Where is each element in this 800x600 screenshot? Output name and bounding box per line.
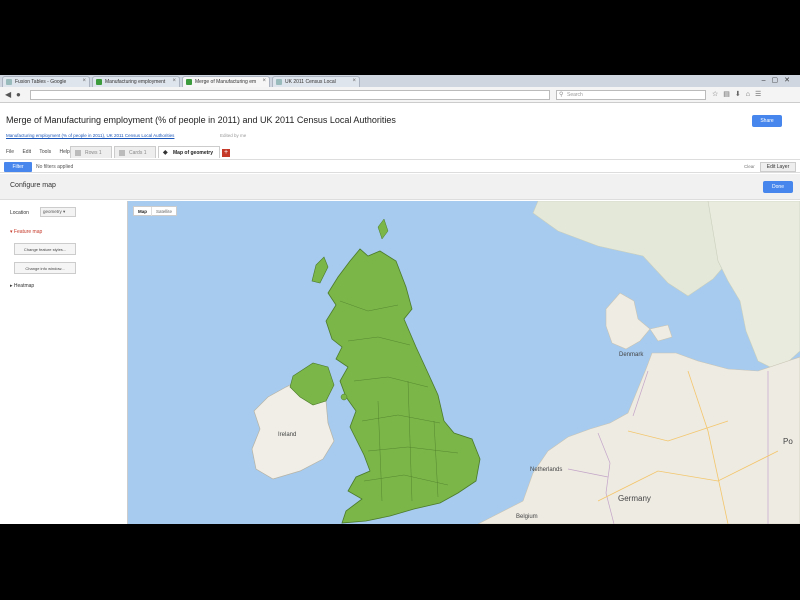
tab-label: Cards 1: [129, 150, 147, 156]
menu-tools[interactable]: Tools: [39, 149, 51, 155]
change-feature-styles-button[interactable]: Change feature styles...: [14, 243, 76, 255]
label-belgium: Belgium: [516, 514, 538, 520]
menu-edit[interactable]: Edit: [22, 149, 31, 155]
section-label: Heatmap: [13, 283, 35, 289]
search-icon: ⚲: [559, 92, 564, 98]
map-canvas[interactable]: Map Satellite Ireland Denmark Netherlands…: [128, 201, 800, 524]
filter-button[interactable]: Filter: [4, 162, 32, 172]
browser-tab[interactable]: Fusion Tables - Google ×: [2, 76, 90, 87]
document-title: Merge of Manufacturing employment (% of …: [6, 115, 396, 125]
label-poland: Po: [783, 437, 793, 446]
browser-toolbar: ◀ ● ⚲ Search ☆▤⬇⌂☰: [0, 87, 800, 103]
configure-title: Configure map: [10, 182, 56, 189]
close-icon[interactable]: ×: [262, 78, 266, 84]
close-icon[interactable]: ×: [82, 78, 86, 84]
search-box[interactable]: ⚲ Search: [556, 90, 706, 100]
back-icon[interactable]: ◀: [5, 90, 11, 99]
map-type-map[interactable]: Map: [134, 207, 151, 216]
toolbar-icons[interactable]: ☆▤⬇⌂☰: [712, 90, 766, 98]
search-placeholder: Search: [567, 92, 583, 98]
tab-label: Map of geometry: [173, 150, 214, 156]
address-bar[interactable]: [30, 90, 550, 100]
tab-label: Merge of Manufacturing em: [195, 79, 257, 85]
filter-bar: Filter No filters applied Clear Edit Lay…: [0, 159, 800, 173]
label-netherlands: Netherlands: [530, 467, 563, 473]
label-germany: Germany: [618, 494, 651, 503]
browser-window: Fusion Tables - Google × Manufacturing e…: [0, 75, 800, 524]
tab-map[interactable]: ◆ Map of geometry: [158, 146, 220, 158]
section-label: Feature map: [13, 229, 43, 235]
edit-status: Edited by me: [220, 133, 247, 138]
edit-layer-button[interactable]: Edit Layer: [760, 162, 796, 172]
source-tables-link[interactable]: Manufacturing employment (% of people in…: [6, 133, 174, 138]
lock-icon: ●: [16, 90, 21, 99]
location-select[interactable]: geometry ▾: [40, 207, 76, 217]
configure-bar: Configure map Done: [0, 174, 800, 200]
map-pin-icon: ◆: [163, 150, 168, 156]
close-icon[interactable]: ×: [352, 78, 356, 84]
section-heatmap[interactable]: ▸ Heatmap: [10, 283, 34, 289]
location-value: geometry: [43, 209, 62, 214]
tab-label: Fusion Tables - Google: [15, 79, 67, 85]
map-graphic: [251, 201, 800, 524]
page-icon: [276, 79, 282, 85]
map-type-satellite[interactable]: Satellite: [151, 207, 176, 216]
table-icon: [75, 150, 81, 156]
close-icon[interactable]: ×: [172, 78, 176, 84]
tab-cards[interactable]: Cards 1: [114, 146, 156, 158]
tab-rows[interactable]: Rows 1: [70, 146, 112, 158]
card-icon: [119, 150, 125, 156]
window-controls[interactable]: –▢✕: [762, 76, 796, 84]
menu-file[interactable]: File: [6, 149, 14, 155]
browser-tab-active[interactable]: Merge of Manufacturing em ×: [182, 76, 270, 87]
filter-status: No filters applied: [36, 164, 74, 170]
fusion-table-icon: [186, 79, 192, 85]
share-button[interactable]: Share: [752, 115, 782, 127]
add-tab-button[interactable]: +: [222, 149, 230, 157]
browser-tabstrip: Fusion Tables - Google × Manufacturing e…: [0, 75, 800, 87]
clear-link[interactable]: Clear: [744, 164, 755, 169]
fusion-table-icon: [96, 79, 102, 85]
chevron-down-icon: ▾: [63, 209, 66, 214]
page-icon: [6, 79, 12, 85]
tab-label: UK 2011 Census Local: [285, 79, 336, 85]
browser-tab[interactable]: Manufacturing employment ×: [92, 76, 180, 87]
map-type-toggle[interactable]: Map Satellite: [133, 206, 178, 216]
label-denmark: Denmark: [619, 352, 644, 358]
map-config-panel: Location geometry ▾ ▾ Feature map Change…: [0, 201, 128, 524]
done-button[interactable]: Done: [763, 181, 793, 193]
label-ireland: Ireland: [278, 432, 297, 438]
browser-tab[interactable]: UK 2011 Census Local ×: [272, 76, 360, 87]
tab-label: Manufacturing employment: [105, 79, 166, 85]
menu-help[interactable]: Help: [59, 149, 69, 155]
change-info-window-button[interactable]: Change info window...: [14, 262, 76, 274]
section-feature-map[interactable]: ▾ Feature map: [10, 229, 42, 235]
tab-label: Rows 1: [85, 150, 102, 156]
menu-bar: File Edit Tools Help: [6, 149, 77, 155]
location-label: Location: [10, 210, 29, 216]
